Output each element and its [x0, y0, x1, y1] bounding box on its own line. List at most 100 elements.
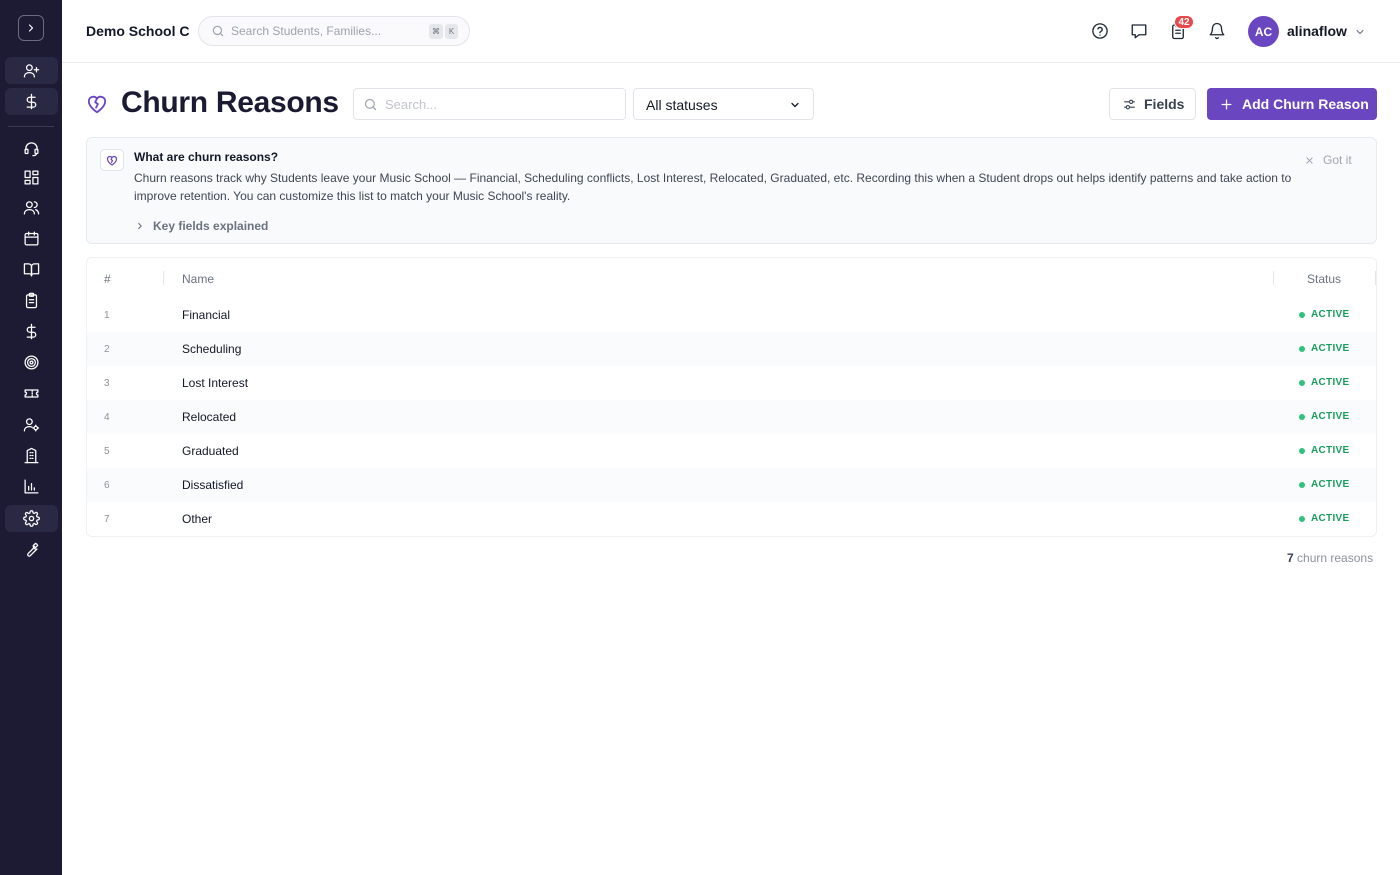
user-plus-icon [23, 64, 40, 78]
search-icon [212, 25, 224, 37]
sidebar-item-students[interactable] [5, 194, 58, 221]
sidebar-item-payments[interactable] [5, 88, 58, 115]
table-row[interactable]: 7 Other ACTIVE [87, 502, 1376, 536]
table-row[interactable]: 4 Relocated ACTIVE [87, 400, 1376, 434]
key-fields-label: Key fields explained [153, 219, 269, 233]
sidebar-item-add-student[interactable] [5, 57, 58, 84]
dismiss-callout-label: Got it [1323, 153, 1352, 167]
global-search[interactable]: ⌘ K [198, 16, 470, 46]
table-row[interactable]: 5 Graduated ACTIVE [87, 434, 1376, 468]
status-label: ACTIVE [1311, 343, 1350, 354]
row-name[interactable]: Other [182, 512, 212, 526]
user-menu-name[interactable]: alinaflow [1287, 23, 1347, 39]
sidebar-item-calendar[interactable] [5, 225, 58, 252]
status-badge: ACTIVE [1299, 445, 1349, 456]
status-label: ACTIVE [1311, 479, 1350, 490]
status-dot [1299, 447, 1305, 454]
sidebar-item-locations[interactable] [5, 442, 58, 469]
chevron-right-icon [28, 24, 34, 32]
chevron-down-icon [791, 102, 799, 108]
sidebar-divider [8, 126, 54, 127]
school-name[interactable]: Demo School C [86, 23, 189, 39]
status-dot [1299, 515, 1305, 522]
sidebar-item-tasks[interactable] [5, 287, 58, 314]
row-name[interactable]: Scheduling [182, 342, 241, 356]
calendar-icon [24, 231, 39, 246]
sidebar-item-settings[interactable] [5, 505, 58, 532]
status-label: ACTIVE [1311, 513, 1350, 524]
wrench-icon [27, 542, 39, 557]
bar-chart-icon [24, 479, 39, 494]
sliders-icon [1124, 99, 1135, 109]
status-filter-select[interactable]: All statuses [633, 88, 814, 120]
heart-broken-icon [87, 95, 107, 114]
column-header-status[interactable]: Status [1307, 272, 1341, 286]
column-divider[interactable] [163, 271, 164, 285]
sidebar-item-billing[interactable] [5, 318, 58, 345]
user-gear-icon [23, 418, 40, 432]
row-name[interactable]: Graduated [182, 444, 239, 458]
table-row[interactable]: 2 Scheduling ACTIVE [87, 332, 1376, 366]
dollar-icon [26, 323, 37, 340]
column-divider[interactable] [1273, 271, 1274, 285]
row-name[interactable]: Financial [182, 308, 230, 322]
table-row[interactable]: 1 Financial ACTIVE [87, 298, 1376, 332]
dismiss-callout-button[interactable]: Got it [1305, 153, 1352, 167]
book-icon [23, 263, 40, 277]
target-icon [24, 355, 39, 370]
list-search[interactable] [353, 88, 626, 120]
ticket-icon [24, 389, 39, 398]
record-count-number: 7 [1287, 551, 1294, 565]
status-badge: ACTIVE [1299, 479, 1349, 490]
sidebar-item-tools[interactable] [5, 536, 58, 563]
status-dot [1299, 413, 1305, 420]
add-churn-reason-label: Add Churn Reason [1242, 96, 1369, 112]
sidebar-item-reports[interactable] [5, 473, 58, 500]
help-button[interactable] [1090, 21, 1110, 41]
page-title: Churn Reasons [121, 86, 339, 119]
table-row[interactable]: 3 Lost Interest ACTIVE [87, 366, 1376, 400]
status-dot [1299, 379, 1305, 386]
topbar: Demo School C ⌘ K 42 AC alinaflow [62, 0, 1400, 63]
global-search-input[interactable] [231, 22, 421, 40]
user-avatar[interactable]: AC [1248, 16, 1279, 47]
sidebar-item-dashboard[interactable] [5, 164, 58, 191]
status-label: ACTIVE [1311, 411, 1350, 422]
messages-button[interactable] [1129, 21, 1149, 41]
chevron-right-icon [138, 222, 142, 230]
dollar-icon [26, 93, 37, 110]
callout-description: Churn reasons track why Students leave y… [134, 171, 1292, 203]
chevron-down-icon[interactable] [1354, 26, 1366, 38]
key-fields-toggle[interactable]: Key fields explained [135, 219, 268, 233]
row-number: 7 [104, 514, 110, 525]
sidebar-item-tickets[interactable] [5, 380, 58, 407]
gear-icon [23, 510, 40, 527]
sidebar-item-support[interactable] [5, 135, 58, 162]
table-row[interactable]: 6 Dissatisfied ACTIVE [87, 468, 1376, 502]
row-name[interactable]: Dissatisfied [182, 478, 243, 492]
row-number: 2 [104, 344, 110, 355]
notifications-button[interactable] [1207, 21, 1227, 41]
sidebar-item-goals[interactable] [5, 349, 58, 376]
clipboard-icon [25, 292, 38, 309]
fields-button[interactable]: Fields [1109, 88, 1196, 120]
column-header-number[interactable]: # [104, 272, 111, 286]
message-icon [1131, 24, 1147, 39]
status-dot [1299, 481, 1305, 488]
status-label: ACTIVE [1311, 377, 1350, 388]
add-churn-reason-button[interactable]: Add Churn Reason [1207, 88, 1377, 120]
sidebar [0, 0, 62, 875]
column-divider[interactable] [1375, 271, 1376, 285]
sidebar-toggle-button[interactable] [18, 15, 44, 41]
list-search-input[interactable] [385, 96, 615, 113]
sidebar-item-lessons[interactable] [5, 256, 58, 283]
status-badge: ACTIVE [1299, 343, 1349, 354]
churn-reasons-table: # Name Status 1 Financial ACTIVE 2 Sched… [86, 257, 1377, 537]
status-dot [1299, 311, 1305, 318]
row-number: 5 [104, 446, 110, 457]
status-badge: ACTIVE [1299, 309, 1349, 320]
row-name[interactable]: Relocated [182, 410, 236, 424]
row-name[interactable]: Lost Interest [182, 376, 248, 390]
sidebar-item-staff[interactable] [5, 411, 58, 438]
column-header-name[interactable]: Name [182, 272, 214, 286]
